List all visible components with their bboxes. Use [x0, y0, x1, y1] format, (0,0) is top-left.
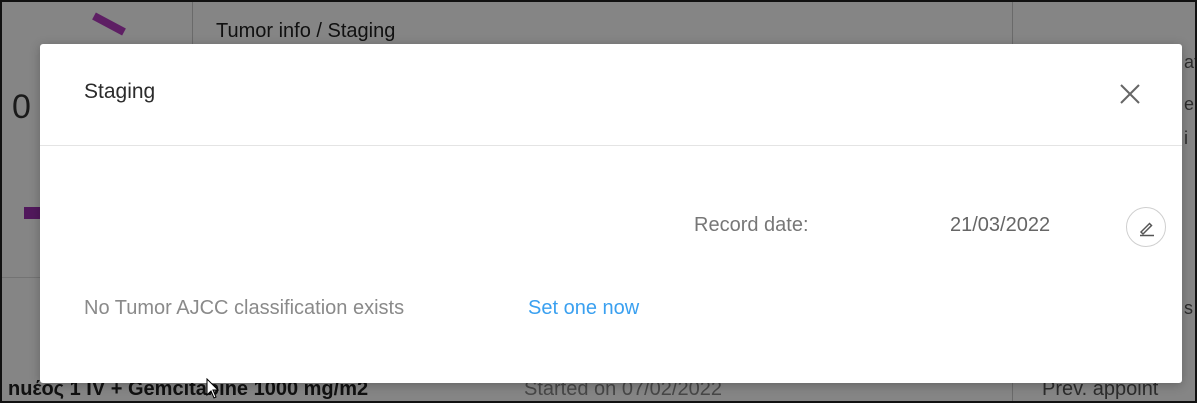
app-frame: Tumor info / Staging 0 at e i s nuέος 1 …: [0, 0, 1197, 403]
pencil-icon: [1139, 222, 1154, 237]
staging-dialog: Staging Record date: 21/03/2022 No Tumor…: [40, 44, 1182, 383]
mouse-cursor-icon: [206, 378, 220, 399]
close-button[interactable]: [1116, 80, 1144, 108]
dialog-header: Staging: [40, 44, 1182, 146]
empty-classification-message: No Tumor AJCC classification exists: [84, 297, 405, 319]
edit-record-date-button[interactable]: [1126, 207, 1166, 247]
record-date-value: 21/03/2022: [950, 214, 1051, 236]
close-icon: [1120, 84, 1140, 104]
dialog-title: Staging: [84, 80, 156, 103]
set-classification-link[interactable]: Set one now: [528, 297, 639, 320]
record-date-label: Record date:: [694, 214, 809, 236]
